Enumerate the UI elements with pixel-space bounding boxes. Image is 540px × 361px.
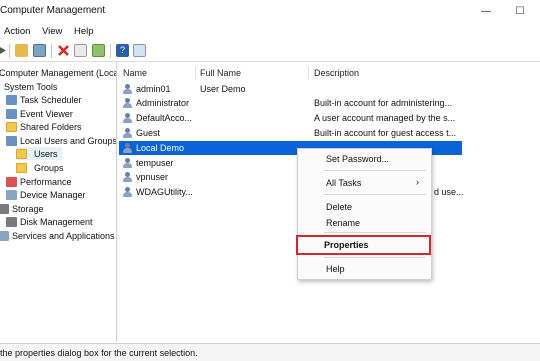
user-name: Guest bbox=[136, 128, 161, 138]
user-icon bbox=[122, 171, 133, 183]
minimize-button[interactable]: — bbox=[472, 3, 500, 19]
user-icon bbox=[122, 142, 133, 154]
tree-performance-label: Performance bbox=[20, 176, 72, 187]
user-icon bbox=[122, 157, 133, 169]
user-full-name: User Demo bbox=[200, 84, 246, 94]
menu-item-delete[interactable]: Delete bbox=[298, 199, 431, 215]
tree-local-users-groups[interactable]: Local Users and Groups bbox=[6, 134, 117, 147]
user-name: DefaultAcco... bbox=[136, 113, 193, 123]
event-viewer-icon bbox=[6, 108, 17, 119]
column-header-description[interactable]: Description bbox=[314, 68, 359, 78]
user-description: d use... bbox=[434, 187, 464, 197]
window-title: Computer Management bbox=[0, 5, 106, 16]
user-icon bbox=[122, 97, 133, 109]
all-tasks-label: All Tasks bbox=[326, 178, 362, 188]
tree-disk-management-label: Disk Management bbox=[20, 216, 93, 227]
device-manager-icon bbox=[6, 189, 17, 200]
disk-management-icon bbox=[6, 216, 17, 227]
user-name: tempuser bbox=[136, 158, 174, 168]
menu-bar: Action View Help bbox=[0, 23, 540, 39]
user-row-defaultaccount[interactable]: DefaultAcco... A user account managed by… bbox=[119, 111, 463, 125]
user-icon bbox=[122, 112, 133, 124]
user-description: Built-in account for guest access t... bbox=[314, 128, 457, 138]
tree-disk-management[interactable]: Disk Management bbox=[6, 215, 93, 228]
user-name: vpnuser bbox=[136, 172, 169, 182]
user-icon bbox=[122, 127, 133, 139]
tree-local-users-groups-label: Local Users and Groups bbox=[20, 135, 117, 146]
tree-groups[interactable]: Groups bbox=[16, 161, 64, 174]
users-folder-icon bbox=[16, 148, 27, 159]
tree-services-applications[interactable]: Services and Applications bbox=[0, 229, 115, 242]
user-icon bbox=[122, 83, 133, 95]
tree-device-manager[interactable]: Device Manager bbox=[6, 188, 86, 201]
user-description: Built-in account for administering... bbox=[314, 98, 453, 108]
export-list-icon[interactable] bbox=[92, 44, 105, 57]
submenu-arrow-icon: › bbox=[416, 177, 419, 187]
user-icon bbox=[122, 186, 133, 198]
tree-storage-label: Storage bbox=[12, 203, 44, 214]
user-name: admin01 bbox=[136, 84, 171, 94]
performance-icon bbox=[6, 176, 17, 187]
local-users-icon bbox=[6, 135, 17, 146]
tree-root[interactable]: Computer Management (Local bbox=[0, 66, 117, 79]
help-label: Help bbox=[326, 264, 345, 274]
show-hide-tree-icon[interactable] bbox=[33, 44, 46, 57]
up-folder-icon[interactable] bbox=[15, 44, 28, 57]
task-scheduler-icon bbox=[6, 94, 17, 105]
tree-shared-folders-label: Shared Folders bbox=[20, 121, 82, 132]
action-pane-icon[interactable] bbox=[133, 44, 146, 57]
delete-icon[interactable] bbox=[57, 44, 70, 57]
status-text: the properties dialog box for the curren… bbox=[0, 348, 198, 358]
title-bar: Computer Management — ☐ bbox=[0, 0, 540, 22]
tree-task-scheduler[interactable]: Task Scheduler bbox=[6, 93, 82, 106]
menu-item-properties[interactable]: Properties bbox=[296, 235, 431, 255]
column-header-name[interactable]: Name bbox=[123, 68, 147, 78]
context-menu: Set Password... All Tasks › Delete Renam… bbox=[296, 148, 432, 280]
tree-system-tools[interactable]: System Tools bbox=[4, 80, 57, 93]
tree-device-manager-label: Device Manager bbox=[20, 189, 86, 200]
tree-task-scheduler-label: Task Scheduler bbox=[20, 94, 82, 105]
tree-services-label: Services and Applications bbox=[12, 230, 115, 241]
menu-help[interactable]: Help bbox=[74, 26, 94, 37]
tree-shared-folders[interactable]: Shared Folders bbox=[6, 120, 82, 133]
user-row-admin01[interactable]: admin01 User Demo bbox=[119, 82, 463, 96]
menu-view[interactable]: View bbox=[42, 26, 62, 37]
tree-event-viewer-label: Event Viewer bbox=[20, 108, 73, 119]
tree-root-label: Computer Management (Local bbox=[0, 67, 117, 78]
menu-item-set-password[interactable]: Set Password... bbox=[298, 151, 431, 167]
column-header-full-name[interactable]: Full Name bbox=[200, 68, 241, 78]
tree-storage[interactable]: Storage bbox=[0, 202, 44, 215]
tree-groups-label: Groups bbox=[34, 162, 64, 173]
tree-users[interactable]: Users bbox=[16, 147, 62, 160]
user-description: A user account managed by the s... bbox=[314, 113, 456, 123]
properties-label: Properties bbox=[324, 240, 369, 250]
rename-label: Rename bbox=[326, 218, 361, 228]
maximize-button[interactable]: ☐ bbox=[506, 3, 534, 19]
user-name: WDAGUtility... bbox=[136, 187, 193, 197]
status-bar: the properties dialog box for the curren… bbox=[0, 343, 540, 361]
forward-arrow-icon[interactable] bbox=[0, 44, 6, 57]
set-password-label: Set Password... bbox=[326, 154, 390, 164]
groups-folder-icon bbox=[16, 162, 27, 173]
toolbar: ? bbox=[0, 40, 540, 62]
services-icon bbox=[0, 230, 9, 241]
menu-item-rename[interactable]: Rename bbox=[298, 215, 431, 231]
menu-item-help[interactable]: Help bbox=[298, 261, 431, 277]
menu-item-all-tasks[interactable]: All Tasks › bbox=[298, 175, 431, 191]
menu-action[interactable]: Action bbox=[4, 26, 30, 37]
tree-event-viewer[interactable]: Event Viewer bbox=[6, 107, 73, 120]
user-name: Local Demo bbox=[136, 143, 185, 153]
delete-label: Delete bbox=[326, 202, 353, 212]
user-row-guest[interactable]: Guest Built-in account for guest access … bbox=[119, 126, 463, 140]
tree-users-label: Users bbox=[34, 148, 58, 159]
user-row-administrator[interactable]: Administrator Built-in account for admin… bbox=[119, 96, 463, 110]
user-name: Administrator bbox=[136, 98, 190, 108]
navigation-tree: Computer Management (Local System Tools … bbox=[0, 62, 117, 342]
properties-icon[interactable] bbox=[74, 44, 87, 57]
tree-performance[interactable]: Performance bbox=[6, 175, 72, 188]
storage-icon bbox=[0, 203, 9, 214]
tree-system-tools-label: System Tools bbox=[4, 81, 58, 92]
shared-folders-icon bbox=[6, 121, 17, 132]
help-icon[interactable]: ? bbox=[116, 44, 129, 57]
